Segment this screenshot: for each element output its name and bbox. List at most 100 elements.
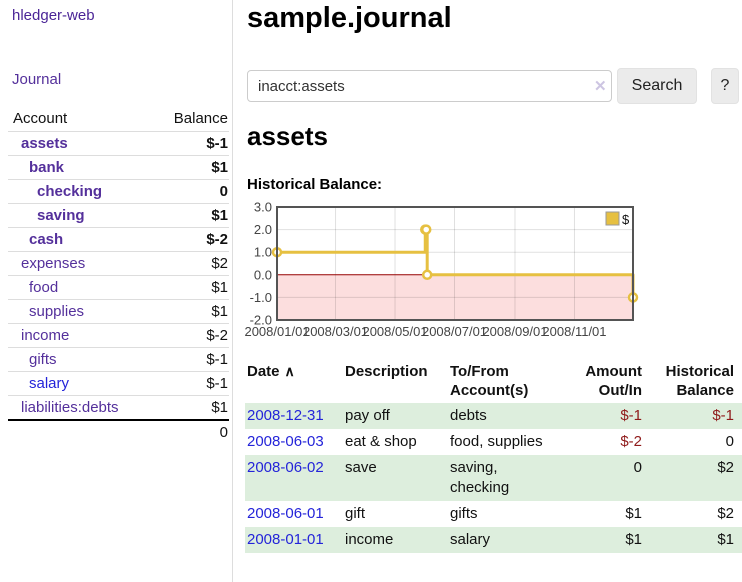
account-row: supplies $1 xyxy=(8,300,229,324)
transaction-date-link[interactable]: 2008-06-03 xyxy=(247,433,324,450)
account-balance: $1 xyxy=(155,156,229,180)
account-row: food $1 xyxy=(8,276,229,300)
account-balance: $-1 xyxy=(155,348,229,372)
account-heading: assets xyxy=(247,121,328,152)
transaction-amount: $-2 xyxy=(560,429,645,455)
column-header-amount: Amount Out/In xyxy=(560,358,645,403)
account-row: income $-2 xyxy=(8,324,229,348)
transaction-row: 2008-06-02 save saving, checking 0 $2 xyxy=(245,455,742,501)
transaction-row: 2008-12-31 pay off debts $-1 $-1 xyxy=(245,403,742,429)
account-link-gifts[interactable]: gifts xyxy=(29,351,57,368)
svg-text:2008/05/01: 2008/05/01 xyxy=(362,324,427,339)
historical-balance-chart: 3.02.01.00.0-1.0-2.02008/01/012008/03/01… xyxy=(245,200,742,345)
transaction-description: income xyxy=(345,527,448,553)
account-balance: $1 xyxy=(155,300,229,324)
transaction-description: gift xyxy=(345,501,448,527)
account-link-liabilities-debts[interactable]: liabilities:debts xyxy=(21,399,119,416)
transaction-amount: $-1 xyxy=(560,403,645,429)
sidebar-item-journal[interactable]: Journal xyxy=(12,71,61,88)
app-brand-link[interactable]: hledger-web xyxy=(12,7,95,24)
transaction-accounts: saving, checking xyxy=(448,455,560,501)
transaction-balance: 0 xyxy=(645,429,742,455)
account-balance: $-1 xyxy=(155,372,229,396)
column-header-description: Description xyxy=(345,358,448,403)
help-button[interactable]: ? xyxy=(711,68,739,104)
accounts-header-account: Account xyxy=(8,106,155,132)
account-balance: 0 xyxy=(155,180,229,204)
transaction-row: 2008-06-01 gift gifts $1 $2 xyxy=(245,501,742,527)
account-row: gifts $-1 xyxy=(8,348,229,372)
account-link-salary[interactable]: salary xyxy=(29,375,69,392)
transaction-date-link[interactable]: 2008-06-02 xyxy=(247,459,324,476)
sort-asc-icon: ∧ xyxy=(285,363,295,379)
account-row: expenses $2 xyxy=(8,252,229,276)
transaction-accounts: gifts xyxy=(448,501,560,527)
accounts-header-balance: Balance xyxy=(155,106,229,132)
svg-text:$: $ xyxy=(622,212,630,227)
svg-text:2008/03/01: 2008/03/01 xyxy=(303,324,368,339)
transaction-description: save xyxy=(345,455,448,501)
transaction-amount: 0 xyxy=(560,455,645,501)
transaction-row: 2008-01-01 income salary $1 $1 xyxy=(245,527,742,553)
transaction-accounts: salary xyxy=(448,527,560,553)
transaction-balance: $2 xyxy=(645,455,742,501)
transaction-amount: $1 xyxy=(560,527,645,553)
svg-text:-1.0: -1.0 xyxy=(250,290,272,305)
transaction-description: eat & shop xyxy=(345,429,448,455)
svg-text:1.0: 1.0 xyxy=(254,245,272,260)
column-header-accounts: To/From Account(s) xyxy=(448,358,560,403)
account-balance: $-2 xyxy=(155,324,229,348)
svg-text:3.0: 3.0 xyxy=(254,200,272,215)
register-table: Date∧ Description To/From Account(s) Amo… xyxy=(245,358,742,553)
account-link-assets[interactable]: assets xyxy=(21,135,68,152)
transaction-amount: $1 xyxy=(560,501,645,527)
svg-text:2008/09/01: 2008/09/01 xyxy=(482,324,547,339)
account-balance: $1 xyxy=(155,396,229,421)
account-link-expenses[interactable]: expenses xyxy=(21,255,85,272)
transaction-accounts: food, supplies xyxy=(448,429,560,455)
accounts-total-row: 0 xyxy=(8,420,229,444)
transaction-date-link[interactable]: 2008-12-31 xyxy=(247,407,324,424)
transaction-description: pay off xyxy=(345,403,448,429)
balance-chart-svg: 3.02.01.00.0-1.0-2.02008/01/012008/03/01… xyxy=(245,200,742,345)
search-button[interactable]: Search xyxy=(617,68,697,104)
account-row: checking 0 xyxy=(8,180,229,204)
account-link-income[interactable]: income xyxy=(21,327,69,344)
clear-search-icon[interactable]: ✕ xyxy=(594,77,607,95)
account-row: liabilities:debts $1 xyxy=(8,396,229,421)
transaction-date-link[interactable]: 2008-01-01 xyxy=(247,531,324,548)
search-input[interactable] xyxy=(247,70,612,102)
accounts-total: 0 xyxy=(155,420,229,444)
transaction-balance: $-1 xyxy=(645,403,742,429)
transaction-accounts: debts xyxy=(448,403,560,429)
account-link-cash[interactable]: cash xyxy=(29,231,63,248)
account-link-bank[interactable]: bank xyxy=(29,159,64,176)
accounts-balance-table: Account Balance assets $-1 bank $1 checkin… xyxy=(8,106,229,444)
account-row: cash$-2 xyxy=(8,228,229,252)
svg-text:2.0: 2.0 xyxy=(254,222,272,237)
account-balance: $2 xyxy=(155,252,229,276)
account-row: saving $1 xyxy=(8,204,229,228)
transaction-row: 2008-06-03 eat & shop food, supplies $-2… xyxy=(245,429,742,455)
account-balance: $1 xyxy=(155,276,229,300)
account-balance: $1 xyxy=(155,204,229,228)
account-row: bank $1 xyxy=(8,156,229,180)
transaction-date-link[interactable]: 2008-06-01 xyxy=(247,505,324,522)
sidebar-divider xyxy=(232,0,233,582)
svg-text:2008/01/01: 2008/01/01 xyxy=(245,324,310,339)
column-header-date[interactable]: Date∧ xyxy=(245,358,345,403)
svg-text:0.0: 0.0 xyxy=(254,267,272,282)
transaction-balance: $2 xyxy=(645,501,742,527)
account-row: salary $-1 xyxy=(8,372,229,396)
transaction-balance: $1 xyxy=(645,527,742,553)
account-link-saving[interactable]: saving xyxy=(37,207,85,224)
account-row: assets $-1 xyxy=(8,132,229,156)
column-header-balance: Historical Balance xyxy=(645,358,742,403)
account-balance: $-1 xyxy=(155,132,229,156)
account-link-supplies[interactable]: supplies xyxy=(29,303,84,320)
account-link-food[interactable]: food xyxy=(29,279,58,296)
svg-text:2008/07/01: 2008/07/01 xyxy=(422,324,487,339)
svg-text:2008/11/01: 2008/11/01 xyxy=(542,324,606,339)
chart-title: Historical Balance: xyxy=(247,176,382,193)
account-link-checking[interactable]: checking xyxy=(37,183,102,200)
